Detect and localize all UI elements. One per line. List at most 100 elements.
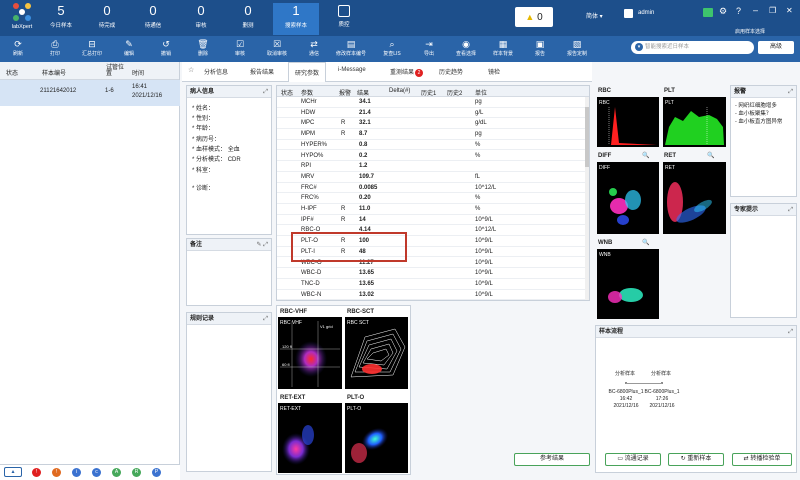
- stat-pending[interactable]: 0 待完成: [84, 3, 130, 35]
- filter-print-icon[interactable]: P: [152, 468, 161, 477]
- table-row[interactable]: MRV 109.7 fL: [277, 172, 585, 183]
- plot-ret-ext[interactable]: RET-EXT: [278, 403, 342, 473]
- zoom-icon[interactable]: 🔍: [642, 239, 649, 246]
- zoom-icon[interactable]: 🔍: [707, 152, 714, 159]
- param-value: 0.2: [359, 152, 368, 159]
- settings-icon[interactable]: ⚙: [719, 6, 727, 17]
- plot-wnb-scatter[interactable]: WNB: [597, 249, 659, 319]
- print-button[interactable]: ⎙ 打印: [38, 38, 72, 57]
- table-row[interactable]: FRC# 0.0085 10^12/L: [277, 183, 585, 194]
- patient-sex-field[interactable]: * 性别：: [192, 113, 214, 122]
- sample-bg-icon: ▦: [498, 39, 508, 49]
- table-row[interactable]: IPF# R 14 10^9/L: [277, 215, 585, 226]
- plot-ret-ext-title: RET-EXT: [280, 395, 306, 401]
- help-icon[interactable]: ?: [736, 6, 741, 16]
- stat-today[interactable]: 5 今日样本: [38, 3, 84, 35]
- filter-info-icon[interactable]: i: [72, 468, 81, 477]
- reference-result-button[interactable]: 参考结果: [514, 453, 590, 466]
- tab-research[interactable]: 研究参数: [288, 62, 327, 82]
- patient-name-field[interactable]: * 姓名：: [192, 103, 214, 112]
- tab-imessage[interactable]: i-Message: [338, 67, 366, 73]
- param-name: HYPER%: [301, 141, 328, 148]
- table-row[interactable]: MPC R 32.1 g/dL: [277, 118, 585, 130]
- cancel-audit-button[interactable]: ☒ 取消审核: [260, 38, 294, 57]
- favorite-star-icon[interactable]: ☆: [188, 66, 194, 74]
- svg-text:WNB: WNB: [599, 252, 611, 258]
- report-custom-button[interactable]: ▧ 报告定制: [560, 38, 594, 57]
- delete-button[interactable]: 🗑 删除: [186, 38, 220, 57]
- rule-record-card: 规则记录 ⤢: [186, 312, 272, 472]
- qc-button[interactable]: 质控: [329, 5, 359, 28]
- tab-analysis[interactable]: 分析信息: [204, 67, 228, 76]
- flow-record-button[interactable]: ▭ 流通记录: [605, 453, 661, 466]
- table-row[interactable]: HYPO% 0.2%: [277, 151, 585, 162]
- warning-counter[interactable]: ▲ 0: [515, 7, 553, 27]
- stat-comm[interactable]: 0 待通信: [130, 3, 176, 35]
- enable-sample-select[interactable]: 启用样本选择: [735, 28, 765, 35]
- communicate-button[interactable]: ⇄ 通信: [297, 38, 331, 57]
- table-row[interactable]: MPM R 8.7 pg: [277, 129, 585, 140]
- close-icon[interactable]: ✕: [786, 6, 793, 15]
- edit-button[interactable]: ✎ 编辑: [112, 38, 146, 57]
- department-field[interactable]: * 科室：: [192, 165, 214, 174]
- table-row[interactable]: WBC-N 13.02 10^9/L: [277, 290, 585, 300]
- alarm-item: - 血小板直方图异常: [735, 119, 783, 125]
- tab-microscopy[interactable]: 镜检: [488, 67, 500, 76]
- audit-button[interactable]: ☑ 审核: [223, 38, 257, 57]
- table-scrollbar[interactable]: [585, 97, 589, 300]
- rename-sample-button[interactable]: ▤ 修改样本编号: [334, 38, 368, 57]
- refresh-button[interactable]: ⟳ 刷新: [1, 38, 35, 57]
- transfer-button[interactable]: ⇄ 转播检验单: [732, 453, 792, 466]
- patient-age-field[interactable]: * 年龄：: [192, 123, 214, 132]
- recheck-lis-button[interactable]: ⌕ 复查LIS: [375, 38, 409, 57]
- filter-warn-icon[interactable]: !: [52, 468, 61, 477]
- report-button[interactable]: ▣ 报告: [523, 38, 557, 57]
- filter-comm-icon[interactable]: c: [92, 468, 101, 477]
- plot-plt-histogram[interactable]: PLT: [663, 97, 726, 147]
- table-row[interactable]: HYPER% 0.8%: [277, 140, 585, 151]
- undo-button[interactable]: ↺ 撤销: [149, 38, 183, 57]
- diagnosis-field[interactable]: * 诊断：: [192, 183, 214, 192]
- zoom-icon[interactable]: 🔍: [642, 152, 649, 159]
- recheck-icon: ⌕: [389, 39, 395, 49]
- tab-retest[interactable]: 重测结果 2: [390, 67, 424, 77]
- collapse-button[interactable]: ▴: [4, 467, 22, 477]
- export-button[interactable]: ⇥ 导出: [412, 38, 446, 57]
- restore-icon[interactable]: ❐: [769, 6, 776, 15]
- filter-audit-icon[interactable]: A: [112, 468, 121, 477]
- minimize-icon[interactable]: –: [753, 5, 758, 15]
- stat-search[interactable]: 1 搜索样本: [273, 3, 319, 35]
- summary-print-button[interactable]: ⊟ 汇总打印: [75, 38, 109, 57]
- analysis-mode-field[interactable]: * 分析模式： CDR: [192, 154, 241, 163]
- sample-bg-button[interactable]: ▦ 样本背景: [486, 38, 520, 57]
- table-row[interactable]: MCHr 34.1 pg: [277, 97, 585, 108]
- stat-audit[interactable]: 0 审核: [178, 3, 224, 35]
- plot-rbc-sct[interactable]: RBC SCT: [345, 317, 408, 389]
- sample-list-panel: 状态 样本编号 试管位置 时间 21121642012 1-6 16:41 20…: [0, 62, 180, 470]
- plot-rbc-histogram[interactable]: RBC: [597, 97, 659, 147]
- sample-row[interactable]: 21121642012 1-6 16:41 2021/12/16: [0, 80, 180, 106]
- advanced-search-button[interactable]: 高级: [758, 41, 794, 54]
- table-row[interactable]: TNC-D 13.65 10^9/L: [277, 279, 585, 290]
- plot-plt-o[interactable]: PLT-O: [345, 403, 408, 473]
- filter-alert-icon[interactable]: !: [32, 468, 41, 477]
- stat-delete[interactable]: 0 删测: [225, 3, 271, 35]
- user-name[interactable]: admin: [638, 10, 654, 16]
- table-row[interactable]: FRC% 0.20%: [277, 193, 585, 204]
- sample-mode-field[interactable]: * 血样模式： 全血: [192, 144, 240, 153]
- plot-diff-scatter[interactable]: DIFF: [597, 162, 659, 234]
- table-row[interactable]: H-IPF R 11.0%: [277, 204, 585, 215]
- retest-sample-button[interactable]: ↻ 重新样本: [668, 453, 724, 466]
- tab-report[interactable]: 报告结果: [250, 67, 274, 76]
- table-row[interactable]: WBC-D 13.65 10^9/L: [277, 268, 585, 279]
- tab-history[interactable]: 历史趋势: [439, 67, 463, 76]
- search-input[interactable]: 智能搜索近日样本: [631, 41, 754, 54]
- plot-ret-scatter[interactable]: RET: [663, 162, 726, 234]
- plot-rbc-vhf[interactable]: RBC VHF V1 grid 120 fl 60 fl: [278, 317, 342, 389]
- filter-report-icon[interactable]: R: [132, 468, 141, 477]
- table-row[interactable]: RPI 1.2: [277, 161, 585, 172]
- language-select[interactable]: 简体 ▾: [586, 11, 603, 20]
- table-row[interactable]: HDW 21.4 g/L: [277, 108, 585, 119]
- view-select-button[interactable]: ◉ 查看选择: [449, 38, 483, 57]
- patient-record-field[interactable]: * 病历号：: [192, 134, 220, 143]
